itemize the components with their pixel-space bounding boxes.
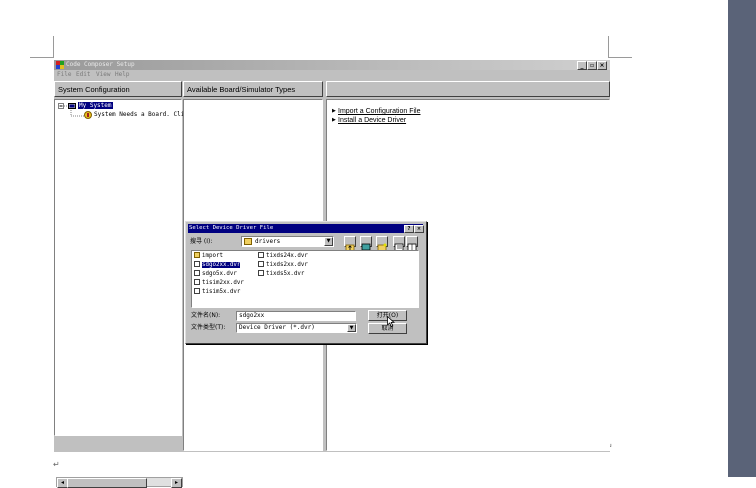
- filetype-label: 文件类型(T):: [191, 324, 226, 331]
- list-item-file[interactable]: sdgo2xx.dvr: [194, 261, 241, 269]
- menu-edit[interactable]: Edit: [76, 70, 90, 80]
- filename-value: sdgo2xx: [239, 312, 265, 319]
- maximize-button[interactable]: ▫: [587, 61, 597, 70]
- folder-icon: [194, 252, 200, 258]
- bullet-arrow-icon: ▶: [332, 108, 336, 114]
- file-icon: [258, 261, 264, 267]
- paragraph-mark: ↵: [53, 460, 60, 469]
- dialog-title: Select Device Driver File: [189, 225, 274, 231]
- chevron-down-icon[interactable]: ▼: [324, 237, 333, 246]
- list-item-file[interactable]: tixds2xx.dvr: [258, 261, 308, 269]
- tree-item-my-system[interactable]: My System: [78, 102, 113, 109]
- menu-help[interactable]: Help: [115, 70, 129, 80]
- file-list[interactable]: import sdgo2xx.dvr sdgo5x.dvr tisim2xx.d…: [191, 250, 419, 308]
- lookin-value: drivers: [255, 238, 281, 245]
- new-folder-button[interactable]: [376, 236, 388, 252]
- filetype-value: Device Driver (*.dvr): [239, 324, 315, 331]
- tree-item-needs-board[interactable]: System Needs a Board. Click: [94, 111, 192, 119]
- list-item-file[interactable]: tisim5x.dvr: [194, 288, 240, 296]
- list-item-folder[interactable]: import: [194, 252, 223, 260]
- list-item-file[interactable]: tixds24x.dvr: [258, 252, 308, 260]
- window-title: Code Composer Setup: [66, 61, 135, 68]
- filetype-combo[interactable]: Device Driver (*.dvr) ▼: [236, 323, 357, 333]
- list-view-button[interactable]: [393, 236, 405, 252]
- bullet-arrow-icon: ▶: [332, 117, 336, 123]
- dialog-title-bar[interactable]: Select Device Driver File ? ×: [188, 224, 424, 233]
- lookin-label: 搜寻 (I):: [190, 238, 213, 245]
- available-types-header: Available Board/Simulator Types: [183, 81, 323, 97]
- app-icon: [56, 61, 64, 69]
- corner-mark: [608, 36, 609, 58]
- list-item-file[interactable]: sdgo5x.dvr: [194, 270, 237, 278]
- corner-mark: [608, 57, 632, 58]
- system-config-pane[interactable]: My System System Needs a Board. Click ◂ …: [54, 99, 192, 488]
- scroll-thumb[interactable]: [67, 478, 147, 488]
- title-bar[interactable]: Code Composer Setup _ ▫ ×: [54, 60, 610, 70]
- horizontal-scrollbar[interactable]: ◂ ▸: [56, 477, 183, 488]
- list-item-file[interactable]: tixds5x.dvr: [258, 270, 304, 278]
- filename-field[interactable]: sdgo2xx: [236, 311, 356, 321]
- menu-file[interactable]: File: [57, 70, 71, 80]
- menu-bar: File Edit View Help: [54, 70, 610, 80]
- file-icon: [194, 279, 200, 285]
- dialog-close-button[interactable]: ×: [414, 225, 424, 233]
- computer-icon: [68, 103, 76, 109]
- file-icon: [258, 270, 264, 276]
- help-button[interactable]: ?: [404, 225, 414, 233]
- filename-label: 文件名(N):: [191, 312, 221, 319]
- chevron-down-icon[interactable]: ▼: [347, 324, 356, 332]
- install-driver-link[interactable]: Install a Device Driver: [338, 116, 406, 125]
- close-button[interactable]: ×: [597, 61, 607, 70]
- list-item-file[interactable]: tisim2xx.dvr: [194, 279, 244, 287]
- desktop-button[interactable]: [360, 236, 372, 251]
- import-config-link[interactable]: Import a Configuration File: [338, 107, 420, 116]
- mouse-cursor-icon: [387, 316, 395, 327]
- lookin-combo[interactable]: drivers ▼: [241, 236, 334, 247]
- system-config-header: System Configuration: [54, 81, 182, 97]
- menu-view[interactable]: View: [96, 70, 110, 80]
- corner-mark: [30, 57, 54, 58]
- corner-mark: [53, 36, 54, 58]
- third-pane-header: [326, 81, 610, 97]
- file-icon: [194, 261, 200, 267]
- file-icon: [194, 288, 200, 294]
- warning-board-icon: [84, 111, 92, 119]
- details-view-button[interactable]: [406, 236, 418, 252]
- scroll-right-button[interactable]: ▸: [171, 478, 182, 488]
- up-folder-button[interactable]: [344, 236, 356, 252]
- minimize-button[interactable]: _: [577, 61, 587, 70]
- folder-icon: [244, 238, 252, 245]
- page-edge: [728, 0, 756, 477]
- file-icon: [194, 270, 200, 276]
- select-driver-dialog: Select Device Driver File ? × 搜寻 (I): dr…: [185, 221, 427, 344]
- file-icon: [258, 252, 264, 258]
